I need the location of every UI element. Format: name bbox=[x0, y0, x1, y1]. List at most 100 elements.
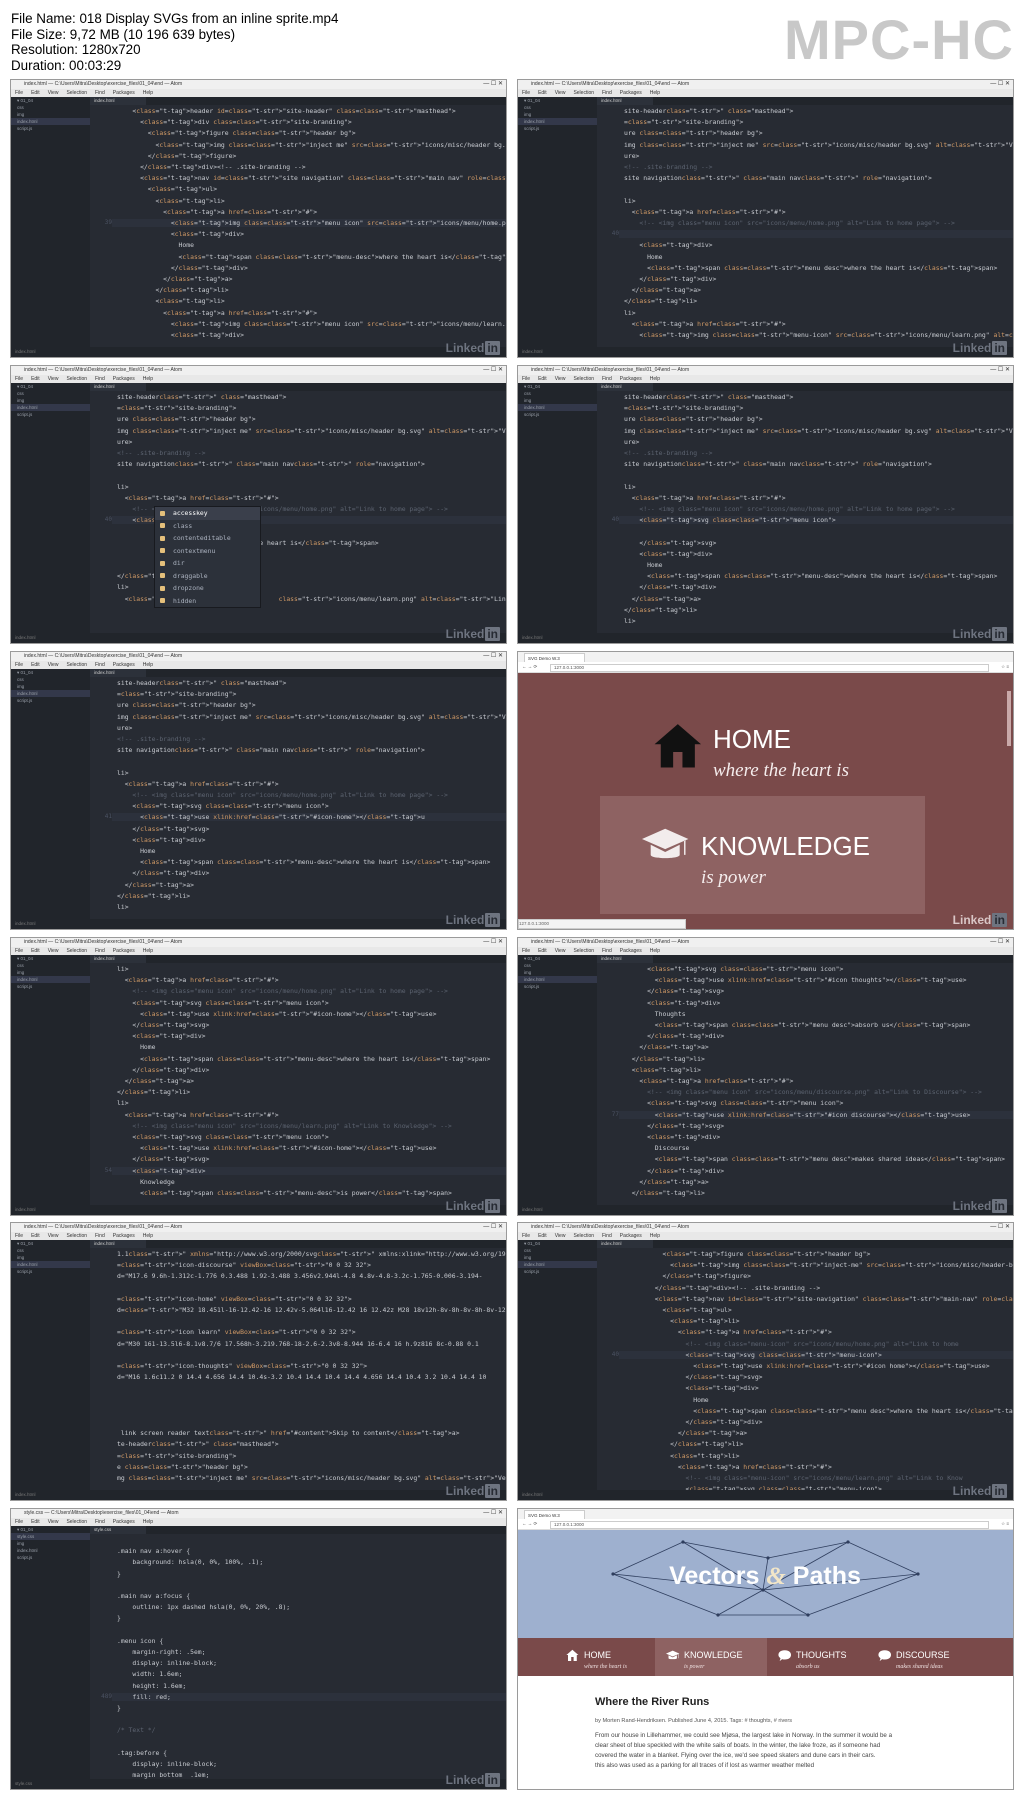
menu-item-view[interactable]: View bbox=[48, 948, 59, 954]
code-area[interactable]: 1.1class="t-str">" xmlns="http://www.w3.… bbox=[90, 1248, 506, 1490]
menu-item-selection[interactable]: Selection bbox=[66, 90, 87, 96]
autocomplete-item[interactable]: contenteditable bbox=[155, 532, 260, 545]
editor-tab[interactable]: index.html bbox=[90, 97, 146, 105]
editor-tab[interactable]: index.html bbox=[90, 383, 146, 391]
autocomplete-item[interactable]: hidden bbox=[155, 595, 260, 608]
file-tree-item[interactable]: ▾ 01_04 bbox=[518, 97, 597, 104]
menu-item-selection[interactable]: Selection bbox=[66, 948, 87, 954]
menu-item-edit[interactable]: Edit bbox=[31, 90, 40, 96]
file-tree-item[interactable]: img bbox=[518, 969, 597, 976]
menu-item-view[interactable]: View bbox=[555, 376, 566, 382]
menu-title[interactable]: KNOWLEDGE bbox=[701, 831, 870, 861]
menu-item-find[interactable]: Find bbox=[602, 948, 612, 954]
file-tree-item[interactable]: css bbox=[11, 962, 90, 969]
reload-icon[interactable]: ⟳ bbox=[534, 1521, 538, 1526]
menu-item-help[interactable]: Help bbox=[650, 948, 660, 954]
maximize-icon[interactable]: ☐ bbox=[491, 367, 498, 373]
file-tree-item[interactable]: script.js bbox=[518, 1268, 597, 1275]
file-tree-item[interactable]: css bbox=[11, 390, 90, 397]
menu-item-selection[interactable]: Selection bbox=[66, 376, 87, 382]
menu-item-file[interactable]: File bbox=[15, 90, 23, 96]
code-area[interactable]: .main nav a:hover { background: hsla(0, … bbox=[90, 1534, 506, 1779]
editor-tab[interactable]: index.html bbox=[597, 955, 653, 963]
menu-item-file[interactable]: File bbox=[15, 1519, 23, 1525]
file-tree-item[interactable]: css bbox=[11, 676, 90, 683]
file-tree-item[interactable]: img bbox=[518, 1254, 597, 1261]
menu-item-help[interactable]: Help bbox=[143, 90, 153, 96]
file-tree-item[interactable]: ▾ 01_04 bbox=[518, 1240, 597, 1247]
menu-item-file[interactable]: File bbox=[522, 1233, 530, 1239]
menu-item-selection[interactable]: Selection bbox=[573, 376, 594, 382]
file-tree-item[interactable]: css bbox=[11, 1247, 90, 1254]
menu-item-selection[interactable]: Selection bbox=[66, 662, 87, 668]
menu-item-file[interactable]: File bbox=[15, 376, 23, 382]
menu-item-file[interactable]: File bbox=[522, 376, 530, 382]
close-icon[interactable]: ✕ bbox=[1005, 939, 1010, 945]
file-tree-item[interactable]: img bbox=[11, 969, 90, 976]
maximize-icon[interactable]: ☐ bbox=[491, 939, 498, 945]
close-icon[interactable]: ✕ bbox=[498, 1224, 503, 1230]
file-tree-item[interactable]: index.html bbox=[518, 976, 597, 983]
close-icon[interactable]: ✕ bbox=[498, 939, 503, 945]
editor-tab[interactable]: index.html bbox=[597, 1240, 653, 1248]
menu-item-packages[interactable]: Packages bbox=[113, 1519, 135, 1525]
menu-item-packages[interactable]: Packages bbox=[113, 662, 135, 668]
editor-tab[interactable]: style.css bbox=[90, 1526, 146, 1534]
file-tree-item[interactable]: index.html bbox=[11, 1547, 90, 1554]
browser-menu-icon[interactable]: ☆ ≡ bbox=[1001, 662, 1009, 672]
menu-item-view[interactable]: View bbox=[555, 948, 566, 954]
minimize-icon[interactable]: — bbox=[483, 81, 491, 87]
menu-item-find[interactable]: Find bbox=[95, 948, 105, 954]
menu-item-help[interactable]: Help bbox=[650, 1233, 660, 1239]
file-tree-item[interactable]: img bbox=[518, 397, 597, 404]
menu-item-find[interactable]: Find bbox=[602, 1233, 612, 1239]
code-area[interactable]: site-headerclass="t-str">" class="masthe… bbox=[90, 677, 506, 919]
menu-item-find[interactable]: Find bbox=[95, 662, 105, 668]
menu-item-help[interactable]: Help bbox=[143, 1519, 153, 1525]
minimize-icon[interactable]: — bbox=[483, 1510, 491, 1516]
file-tree-item[interactable]: index.html bbox=[518, 1261, 597, 1268]
menu-item-view[interactable]: View bbox=[48, 376, 59, 382]
menu-item-edit[interactable]: Edit bbox=[538, 1233, 547, 1239]
menu-item-view[interactable]: View bbox=[48, 90, 59, 96]
menu-item-edit[interactable]: Edit bbox=[538, 376, 547, 382]
editor-tab[interactable]: index.html bbox=[90, 1240, 146, 1248]
menu-item-view[interactable]: View bbox=[555, 90, 566, 96]
file-tree-item[interactable]: index.html bbox=[518, 404, 597, 411]
code-area[interactable]: site-headerclass="t-str">" class="masthe… bbox=[597, 105, 1013, 347]
autocomplete-item[interactable]: dropzone bbox=[155, 582, 260, 595]
menu-item-help[interactable]: Help bbox=[143, 948, 153, 954]
menu-item-edit[interactable]: Edit bbox=[31, 1519, 40, 1525]
close-icon[interactable]: ✕ bbox=[1005, 81, 1010, 87]
menu-item-packages[interactable]: Packages bbox=[113, 948, 135, 954]
menu-item-packages[interactable]: Packages bbox=[620, 1233, 642, 1239]
menu-item-packages[interactable]: Packages bbox=[113, 376, 135, 382]
menu-item-file[interactable]: File bbox=[522, 90, 530, 96]
menu-item-find[interactable]: Find bbox=[95, 90, 105, 96]
maximize-icon[interactable]: ☐ bbox=[998, 1224, 1005, 1230]
menu-item-file[interactable]: File bbox=[522, 948, 530, 954]
menu-item-edit[interactable]: Edit bbox=[31, 376, 40, 382]
menu-item-packages[interactable]: Packages bbox=[113, 1233, 135, 1239]
menu-item-edit[interactable]: Edit bbox=[31, 948, 40, 954]
autocomplete-item[interactable]: accesskey bbox=[155, 507, 260, 520]
maximize-icon[interactable]: ☐ bbox=[491, 1510, 498, 1516]
file-tree-item[interactable]: img bbox=[518, 111, 597, 118]
menu-item-help[interactable]: Help bbox=[143, 376, 153, 382]
file-tree-item[interactable]: css bbox=[518, 962, 597, 969]
menu-item-selection[interactable]: Selection bbox=[573, 90, 594, 96]
maximize-icon[interactable]: ☐ bbox=[491, 653, 498, 659]
minimize-icon[interactable]: — bbox=[483, 939, 491, 945]
autocomplete-item[interactable]: contextmenu bbox=[155, 545, 260, 558]
autocomplete-item[interactable]: draggable bbox=[155, 570, 260, 583]
menu-item-help[interactable]: Help bbox=[650, 376, 660, 382]
code-area[interactable]: <class="t-tag">header id=class="t-str">"… bbox=[90, 105, 506, 347]
close-icon[interactable]: ✕ bbox=[1005, 1224, 1010, 1230]
file-tree-item[interactable]: img bbox=[11, 1254, 90, 1261]
file-tree-item[interactable]: ▾ 01_04 bbox=[11, 669, 90, 676]
file-tree-item[interactable]: script.js bbox=[11, 697, 90, 704]
menu-item-edit[interactable]: Edit bbox=[538, 90, 547, 96]
autocomplete-popup[interactable]: accesskey class contenteditable contextmenu… bbox=[154, 506, 261, 608]
menu-item-find[interactable]: Find bbox=[602, 376, 612, 382]
menu-item-selection[interactable]: Selection bbox=[66, 1519, 87, 1525]
